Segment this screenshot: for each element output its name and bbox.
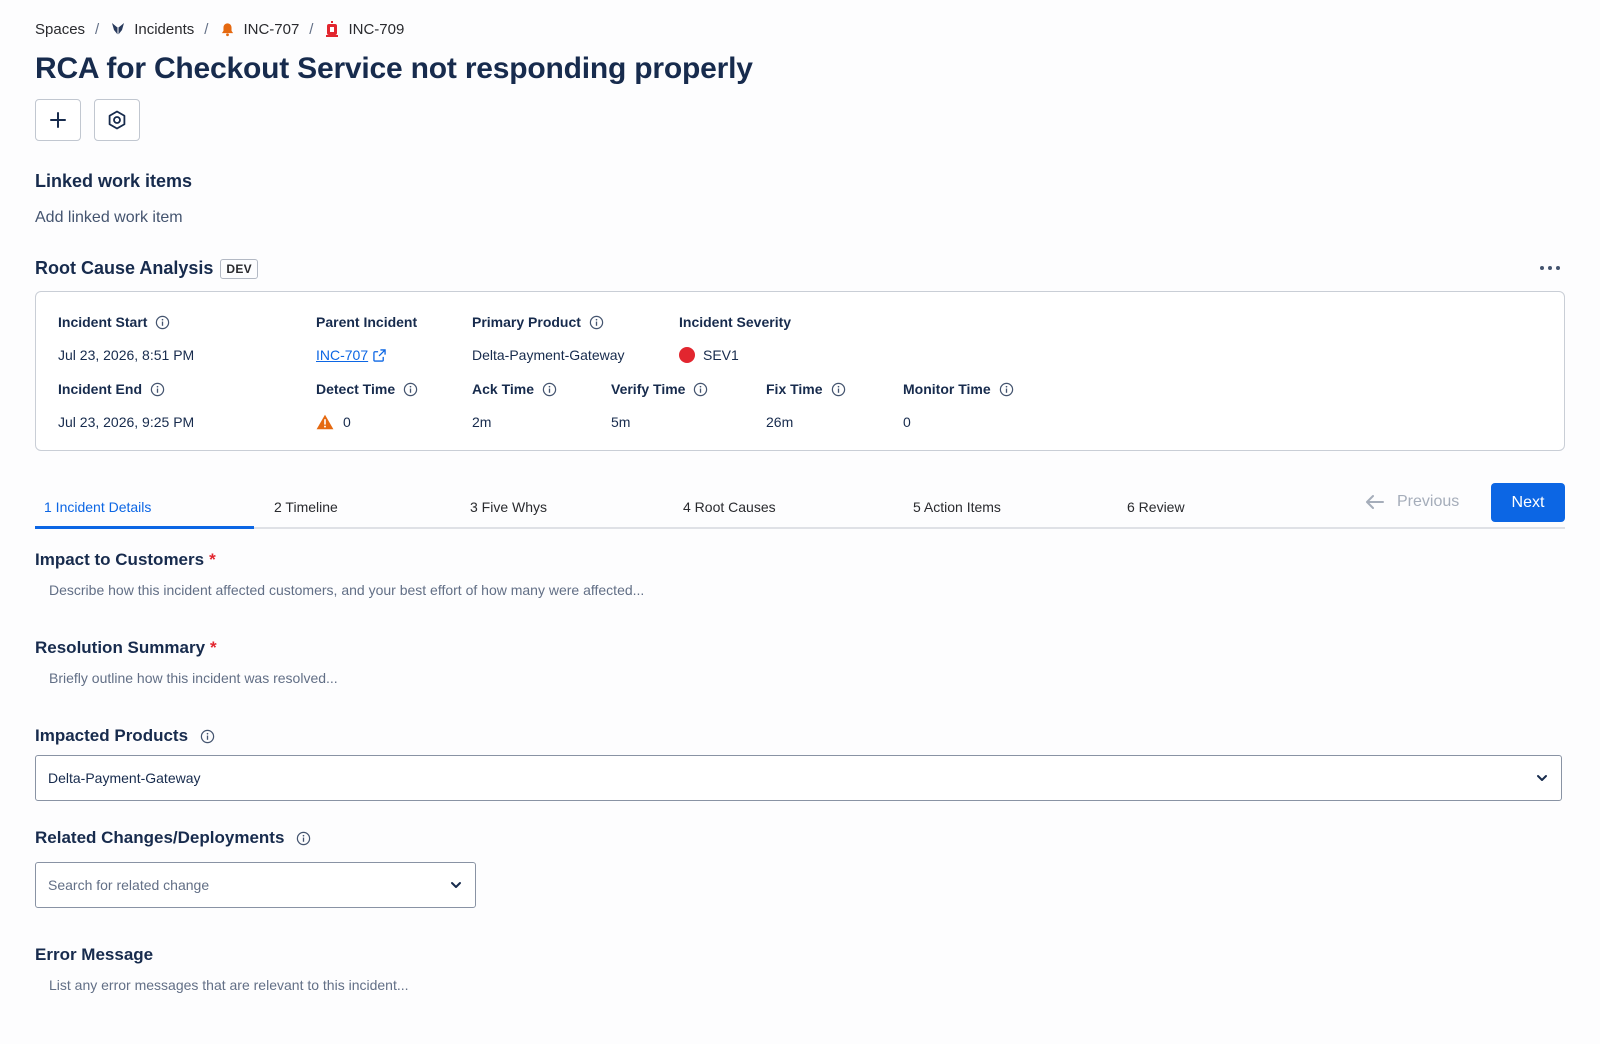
related-changes-search[interactable]: Search for related change <box>35 862 476 908</box>
rca-header: Root Cause Analysis DEV <box>35 258 258 279</box>
fix-time-label: Fix Time <box>766 381 846 397</box>
siren-icon <box>323 20 341 38</box>
active-tab-indicator <box>35 526 254 529</box>
parent-incident-link[interactable]: INC-707 <box>316 347 386 363</box>
breadcrumb-separator: / <box>309 20 314 38</box>
more-actions-button[interactable] <box>1535 258 1565 278</box>
resolution-summary-label: Resolution Summary * <box>35 638 217 657</box>
dev-badge: DEV <box>220 258 258 279</box>
incident-start-label: Incident Start <box>58 314 170 330</box>
chevron-down-icon <box>1537 775 1547 781</box>
breadcrumb-incidents[interactable]: Incidents <box>109 20 194 38</box>
tab-incident-details[interactable]: 1 Incident Details <box>44 485 151 529</box>
add-button[interactable] <box>35 99 81 141</box>
info-icon[interactable] <box>999 382 1014 397</box>
error-message-label: Error Message <box>35 945 154 964</box>
impacted-products-label: Impacted Products <box>35 726 215 746</box>
related-changes-placeholder: Search for related change <box>48 877 210 893</box>
incident-severity-label: Incident Severity <box>679 314 792 330</box>
tab-root-causes[interactable]: 4 Root Causes <box>683 485 776 529</box>
info-icon[interactable] <box>200 729 215 744</box>
breadcrumb-current-incident[interactable]: INC-709 <box>323 20 404 38</box>
incidents-project-icon <box>109 20 127 38</box>
linked-work-items-heading: Linked work items <box>35 171 193 191</box>
impact-to-customers-label: Impact to Customers * <box>35 550 216 569</box>
arrow-left-icon <box>1366 495 1384 509</box>
tab-timeline[interactable]: 2 Timeline <box>274 485 338 529</box>
incident-severity-value: SEV1 <box>679 347 739 363</box>
detect-time-label: Detect Time <box>316 381 418 397</box>
more-dot-icon <box>1548 266 1552 270</box>
severity-dot-icon <box>679 347 695 363</box>
rca-title: Root Cause Analysis <box>35 258 214 278</box>
external-link-icon <box>373 348 386 362</box>
alert-bell-icon <box>218 20 236 38</box>
impacted-products-select[interactable]: Delta-Payment-Gateway <box>35 755 1562 801</box>
incident-start-value: Jul 23, 2026, 8:51 PM <box>58 347 195 363</box>
rca-summary-card: Incident Start Parent Incident Primary P… <box>35 291 1565 451</box>
ack-time-label: Ack Time <box>472 381 557 397</box>
chevron-down-icon <box>451 882 461 888</box>
breadcrumb-spaces[interactable]: Spaces <box>35 21 85 38</box>
breadcrumb-separator: / <box>204 20 209 38</box>
info-icon[interactable] <box>693 382 708 397</box>
info-icon[interactable] <box>542 382 557 397</box>
parent-incident-label: Parent Incident <box>316 314 418 330</box>
settings-button[interactable] <box>94 99 140 141</box>
required-marker: * <box>210 638 217 657</box>
breadcrumb-parent-incident[interactable]: INC-707 <box>218 20 299 38</box>
impact-to-customers-editor[interactable]: Describe how this incident affected cust… <box>49 582 644 598</box>
settings-icon <box>108 110 126 130</box>
more-dot-icon <box>1556 266 1560 270</box>
breadcrumb: Spaces / Incidents / INC-707 / INC-709 <box>35 20 404 38</box>
primary-product-value: Delta-Payment-Gateway <box>472 347 625 363</box>
resolution-summary-editor[interactable]: Briefly outline how this incident was re… <box>49 670 338 686</box>
detect-time-value: 0 <box>316 414 351 430</box>
warning-icon <box>316 414 334 430</box>
plus-icon <box>50 112 66 128</box>
primary-product-label: Primary Product <box>472 314 604 330</box>
more-dot-icon <box>1540 266 1544 270</box>
tab-five-whys[interactable]: 3 Five Whys <box>470 485 547 529</box>
next-button[interactable]: Next <box>1491 483 1565 522</box>
verify-time-value: 5m <box>611 414 631 430</box>
impacted-products-value: Delta-Payment-Gateway <box>48 770 201 786</box>
monitor-time-value: 0 <box>903 414 911 430</box>
info-icon[interactable] <box>403 382 418 397</box>
previous-button[interactable]: Previous <box>1365 483 1459 521</box>
incident-end-label: Incident End <box>58 381 165 397</box>
info-icon[interactable] <box>150 382 165 397</box>
ack-time-value: 2m <box>472 414 492 430</box>
info-icon[interactable] <box>155 315 170 330</box>
step-tabs: 1 Incident Details 2 Timeline 3 Five Why… <box>35 485 1565 529</box>
fix-time-value: 26m <box>766 414 794 430</box>
incident-end-value: Jul 23, 2026, 9:25 PM <box>58 414 195 430</box>
tab-review[interactable]: 6 Review <box>1127 485 1185 529</box>
tab-action-items[interactable]: 5 Action Items <box>913 485 1001 529</box>
info-icon[interactable] <box>296 831 311 846</box>
add-linked-work-item[interactable]: Add linked work item <box>35 209 183 227</box>
info-icon[interactable] <box>589 315 604 330</box>
page-title: RCA for Checkout Service not responding … <box>35 52 753 85</box>
breadcrumb-separator: / <box>95 20 100 38</box>
info-icon[interactable] <box>831 382 846 397</box>
verify-time-label: Verify Time <box>611 381 708 397</box>
error-message-editor[interactable]: List any error messages that are relevan… <box>49 977 409 993</box>
related-changes-label: Related Changes/Deployments <box>35 828 311 848</box>
monitor-time-label: Monitor Time <box>903 381 1014 397</box>
parent-incident-value[interactable]: INC-707 <box>316 347 386 363</box>
required-marker: * <box>209 550 216 569</box>
